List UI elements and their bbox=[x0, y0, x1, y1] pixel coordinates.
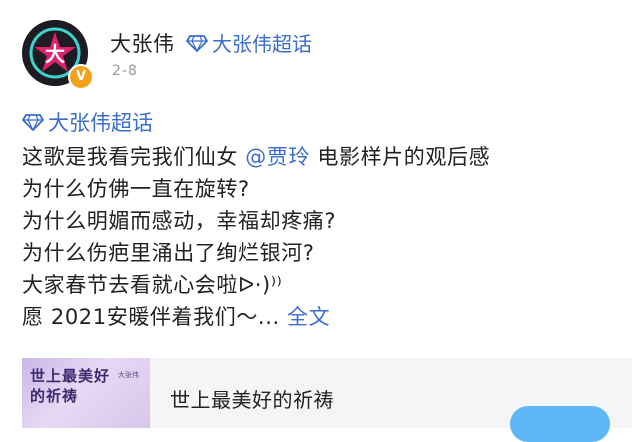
post-line-1-end: 电影样片的观后感 bbox=[317, 145, 491, 169]
header-topic-label: 大张伟超话 bbox=[212, 32, 312, 56]
topic-label: 大张伟超话 bbox=[48, 110, 153, 135]
topic-link[interactable]: 大张伟超话 bbox=[22, 106, 624, 137]
post-line-1: 这歌是我看完我们仙女 @贾玲 电影样片的观后感 bbox=[22, 141, 624, 173]
post-body: 大张伟超话 这歌是我看完我们仙女 @贾玲 电影样片的观后感 为什么仿佛一直在旋转… bbox=[22, 106, 624, 333]
post-date: 2-8 bbox=[112, 63, 138, 79]
post-line-1-start: 这歌是我看完我们仙女 bbox=[22, 145, 238, 169]
username[interactable]: 大张伟 bbox=[110, 28, 175, 58]
header-topic-link[interactable]: 大张伟超话 bbox=[186, 28, 312, 57]
post-line-6-text: 愿 2021安暖伴着我们～... bbox=[22, 305, 280, 329]
play-button[interactable] bbox=[510, 406, 610, 442]
post-line-6: 愿 2021安暖伴着我们～... 全文 bbox=[22, 301, 624, 333]
avatar-glyph: 大 bbox=[45, 42, 65, 66]
cover-artist: 大张伟 bbox=[118, 371, 139, 379]
mention-link[interactable]: @贾玲 bbox=[245, 145, 310, 169]
weibo-post: 大 V 大张伟 大张伟超话 2-8 大张伟超话 这歌是我看完我们仙女 @贾玲 电… bbox=[0, 0, 640, 442]
diamond-icon bbox=[186, 34, 208, 52]
post-line-4: 为什么伤疤里涌出了绚烂银河? bbox=[22, 241, 315, 265]
cover-title: 世上最美好的祈祷 bbox=[30, 367, 111, 405]
post-line-3: 为什么明媚而感动，幸福却疼痛? bbox=[22, 209, 337, 233]
diamond-icon bbox=[22, 113, 44, 131]
expand-full-text-link[interactable]: 全文 bbox=[287, 305, 330, 329]
card-title: 世上最美好的祈祷 bbox=[170, 388, 334, 412]
post-line-2: 为什么仿佛一直在旋转? bbox=[22, 177, 250, 201]
post-line-5: 大家春节去看就心会啦ᐅ·)⁾⁾ bbox=[22, 273, 283, 297]
verified-badge-icon: V bbox=[68, 64, 94, 90]
